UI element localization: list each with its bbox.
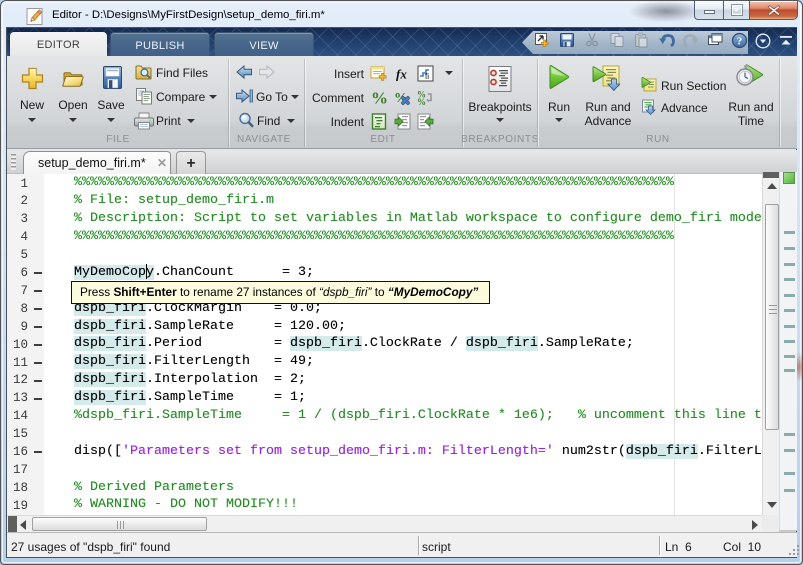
svg-text:fx: fx: [396, 67, 407, 82]
svg-text:%: %: [417, 97, 426, 106]
svg-text:%: %: [371, 89, 388, 106]
svg-text:?: ?: [737, 36, 743, 48]
svg-text:fi: fi: [425, 72, 429, 81]
